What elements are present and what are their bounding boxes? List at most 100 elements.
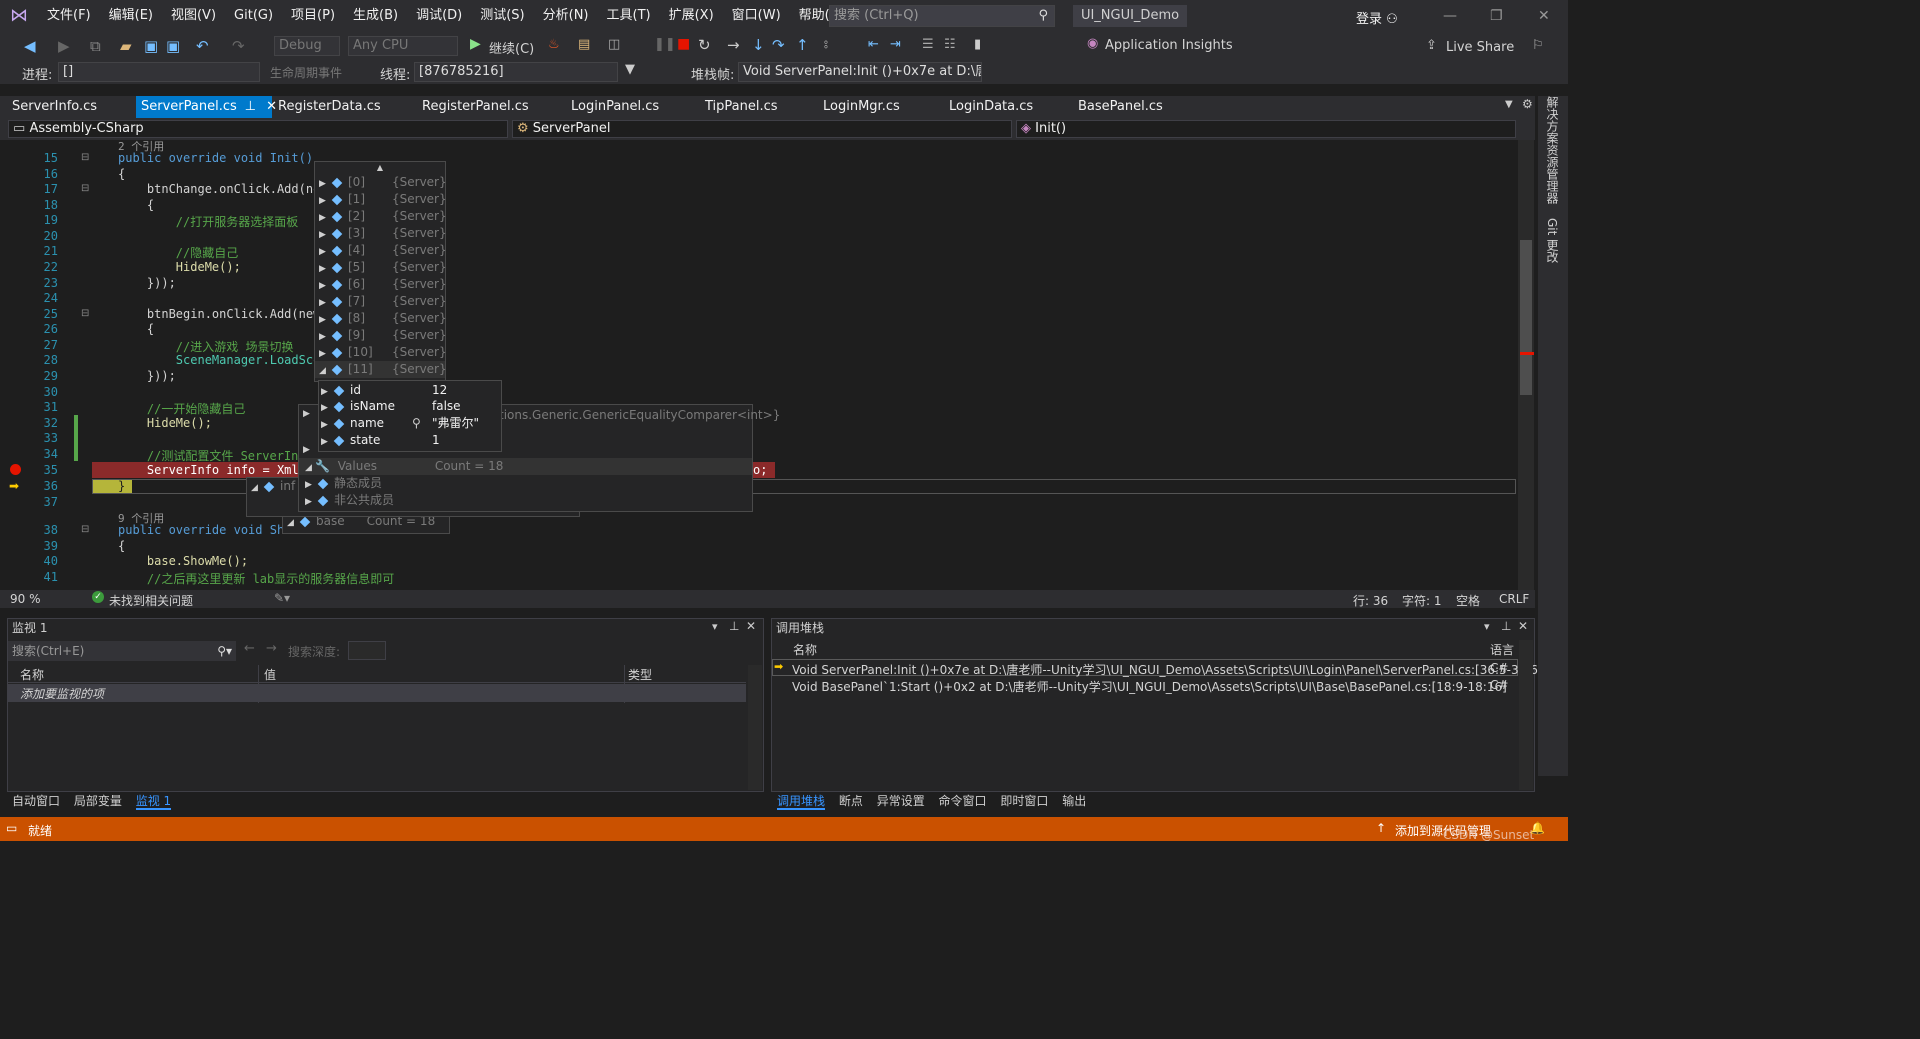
breakpoint-code-tail[interactable]: o; xyxy=(753,463,767,477)
code-line[interactable]: })); xyxy=(118,369,176,383)
close-window-icon[interactable]: ✕ xyxy=(1538,8,1550,24)
datatip-fields-panel[interactable]: ▶ id 12 ▶ isName false ▶ name ⚲ "弗雷尔" ▶ state 1 xyxy=(318,380,502,452)
tab-locals[interactable]: 局部变量 xyxy=(74,794,122,808)
add-watch-item[interactable]: 添加要监视的项 xyxy=(20,685,104,702)
open-folder-icon[interactable]: ▰ xyxy=(120,37,132,55)
tab-exception-settings[interactable]: 异常设置 xyxy=(877,794,925,808)
list-item[interactable]: ▶ [1] {Server} xyxy=(315,191,447,208)
col-name[interactable]: 名称 xyxy=(793,641,817,658)
visual-studio-logo-icon[interactable]: ⋈ xyxy=(10,5,28,26)
screenshot-icon[interactable]: ◫ xyxy=(608,37,620,52)
live-share-icon[interactable]: ⇪ xyxy=(1426,38,1437,53)
add-watch-row[interactable] xyxy=(8,684,746,702)
field-row[interactable]: ▶ name ⚲ "弗雷尔" xyxy=(319,415,501,432)
pin-icon[interactable]: ⊥ xyxy=(245,99,256,114)
tab-registerdata[interactable]: RegisterData.cs xyxy=(273,96,386,118)
tab-logindata[interactable]: LoginData.cs xyxy=(944,96,1038,118)
code-comment[interactable]: //打开服务器选择面板 xyxy=(118,213,298,230)
stop-icon[interactable]: ■ xyxy=(677,36,690,52)
code-comment[interactable]: //隐藏自己 xyxy=(118,244,238,261)
search-box[interactable]: 搜索 (Ctrl+Q) ⚲ xyxy=(829,5,1055,27)
menu-edit[interactable]: 编辑(E) xyxy=(100,0,162,32)
menu-window[interactable]: 窗口(W) xyxy=(723,0,790,32)
expand-triangle-icon[interactable]: ◢ xyxy=(251,480,261,497)
tab-watch1[interactable]: 监视 1 xyxy=(135,794,172,810)
call-stack-frame[interactable]: Void ServerPanel:Init ()+0x7e at D:\唐老师-… xyxy=(792,661,1543,678)
list-item[interactable]: ▶ [0] {Server} xyxy=(315,174,447,191)
filter-icon[interactable]: ▼ xyxy=(625,62,635,77)
thread-select[interactable]: [876785216] xyxy=(414,62,618,82)
search-depth-select[interactable] xyxy=(348,641,386,660)
code-line[interactable]: btnBegin.onClick.Add(new E xyxy=(118,307,335,321)
process-select[interactable]: [] xyxy=(58,62,260,82)
code-line[interactable]: base.ShowMe(); xyxy=(118,554,248,568)
panel-dropdown-icon[interactable]: ▾ xyxy=(712,620,718,633)
code-line[interactable]: public override void Show xyxy=(118,523,299,537)
tab-breakpoints[interactable]: 断点 xyxy=(839,794,863,808)
tab-registerpanel[interactable]: RegisterPanel.cs xyxy=(417,96,534,118)
collapse-icon[interactable]: ⊟ xyxy=(81,308,89,319)
tab-call-stack[interactable]: 调用堆栈 xyxy=(777,794,826,810)
indent-icon[interactable]: ☰ xyxy=(922,37,934,52)
tab-output[interactable]: 输出 xyxy=(1062,794,1086,808)
col-name[interactable]: 名称 xyxy=(20,666,44,683)
field-row[interactable]: ▶ state 1 xyxy=(319,432,501,449)
lifecycle-events-button[interactable]: 生命周期事件 xyxy=(270,64,342,81)
continue-icon[interactable]: ▶ xyxy=(470,36,481,52)
tab-tippanel[interactable]: TipPanel.cs xyxy=(700,96,783,118)
field-row[interactable]: ▶ isName false xyxy=(319,398,501,415)
code-line[interactable]: { xyxy=(118,167,125,181)
list-item[interactable]: ▶ [7] {Server} xyxy=(315,293,447,310)
tab-serverpanel[interactable]: ServerPanel.cs ⊥ ✕ xyxy=(136,96,277,118)
pause-icon[interactable]: ❚❚ xyxy=(654,37,676,52)
values-row[interactable]: ◢ 🔧 Values Count = 18 xyxy=(299,458,752,475)
pin-panel-icon[interactable]: ⊥ xyxy=(729,619,739,633)
issues-status[interactable]: 未找到相关问题 xyxy=(109,592,193,609)
code-line[interactable]: SceneManager.LoadScene xyxy=(118,353,335,367)
call-stack-scrollbar[interactable] xyxy=(1519,640,1533,790)
redo-icon[interactable]: ↷ xyxy=(232,37,245,55)
menu-tools[interactable]: 工具(T) xyxy=(598,0,660,32)
list-item[interactable]: ▶ [5] {Server} xyxy=(315,259,447,276)
back-arrow-icon[interactable]: ← xyxy=(244,641,255,656)
project-select[interactable]: ▭ Assembly-CSharp xyxy=(8,120,508,138)
settings-icon[interactable]: ⚙ xyxy=(1522,97,1533,111)
code-line[interactable]: HideMe(); xyxy=(118,260,241,274)
solution-explorer-tab[interactable]: 解决方案资源管理器 xyxy=(1544,96,1561,204)
tab-command-window[interactable]: 命令窗口 xyxy=(939,794,987,808)
collapse-icon[interactable]: ⊟ xyxy=(81,524,89,535)
forward-icon[interactable]: ▶ xyxy=(58,37,70,55)
col-value[interactable]: 值 xyxy=(264,666,276,683)
application-insights-button[interactable]: Application Insights xyxy=(1105,38,1233,53)
menu-view[interactable]: 视图(V) xyxy=(162,0,225,32)
menu-build[interactable]: 生成(B) xyxy=(344,0,407,32)
code-line[interactable]: { xyxy=(118,322,154,336)
browse-icon[interactable]: ▤ xyxy=(578,37,590,52)
breakpoint-code-line[interactable]: ServerInfo info = XmlDat xyxy=(118,463,320,477)
code-line[interactable]: btnChange.onClick.Add(new xyxy=(118,182,328,196)
zoom-level[interactable]: 90 % xyxy=(10,592,41,606)
minimize-icon[interactable]: — xyxy=(1443,8,1457,24)
code-line[interactable]: { xyxy=(118,539,125,553)
save-all-icon[interactable]: ▣ xyxy=(166,37,180,55)
save-icon[interactable]: ▣ xyxy=(144,37,158,55)
class-select[interactable]: ⚙ ServerPanel xyxy=(512,120,1012,138)
col-language[interactable]: 语言 xyxy=(1490,641,1514,658)
expand-triangle-icon[interactable]: ▶ xyxy=(305,494,315,511)
close-panel-icon[interactable]: ✕ xyxy=(746,619,756,633)
scroll-up-icon[interactable]: ▲ xyxy=(315,162,445,174)
uncomment-icon[interactable]: ⇥ xyxy=(890,37,901,52)
code-line[interactable]: HideMe(); xyxy=(118,416,212,430)
restart-icon[interactable]: ↻ xyxy=(698,36,711,54)
tab-autos[interactable]: 自动窗口 xyxy=(12,794,60,808)
breakpoints-icon[interactable]: ⦂ xyxy=(824,37,828,52)
list-item[interactable]: ▶ [6] {Server} xyxy=(315,276,447,293)
watch-scrollbar[interactable] xyxy=(748,665,762,790)
call-stack-frame[interactable]: Void BasePanel`1:Start ()+0x2 at D:\唐老师-… xyxy=(792,678,1507,695)
collapse-icon[interactable]: ⊟ xyxy=(81,152,89,163)
new-item-icon[interactable]: ⧉ xyxy=(90,37,101,55)
text-visualizer-icon[interactable]: ⚲ xyxy=(412,415,432,432)
bookmark-icon[interactable]: ▮ xyxy=(974,37,981,52)
pin-panel-icon[interactable]: ⊥ xyxy=(1501,619,1511,633)
configuration-select[interactable]: Debug xyxy=(274,36,340,56)
